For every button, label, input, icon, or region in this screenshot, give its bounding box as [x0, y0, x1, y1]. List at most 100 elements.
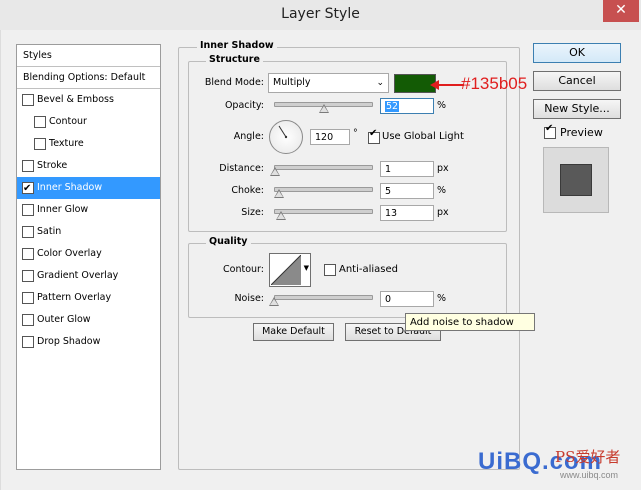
anti-aliased-label: Anti-aliased — [339, 264, 399, 275]
noise-label: Noise: — [234, 293, 264, 304]
style-list-item[interactable]: Outer Glow — [17, 309, 160, 331]
contour-picker[interactable]: ▼ — [269, 253, 311, 287]
blend-mode-select[interactable]: Multiply ⌄ — [268, 73, 389, 93]
style-list-label: Gradient Overlay — [37, 270, 119, 281]
style-list-item[interactable]: Drop Shadow — [17, 331, 160, 353]
use-global-light-label: Use Global Light — [382, 131, 464, 142]
style-list-label: Contour — [49, 116, 87, 127]
distance-unit: px — [437, 163, 449, 174]
quality-title: Quality — [206, 236, 251, 247]
watermark-cn: PS爱好者 — [555, 448, 621, 466]
window-title: Layer Style — [281, 6, 360, 22]
style-checkbox[interactable] — [22, 248, 34, 260]
style-list-item[interactable]: Inner Shadow — [17, 177, 160, 200]
style-list-label: Outer Glow — [37, 314, 91, 325]
style-list-item[interactable]: Contour — [17, 111, 160, 133]
style-list-item[interactable]: Gradient Overlay — [17, 265, 160, 287]
style-checkbox[interactable] — [22, 336, 34, 348]
distance-slider-thumb[interactable] — [269, 167, 280, 176]
style-list-label: Inner Glow — [37, 204, 89, 215]
style-checkbox[interactable] — [22, 292, 34, 304]
style-list-label: Stroke — [37, 160, 68, 171]
style-list-item[interactable]: Color Overlay — [17, 243, 160, 265]
style-list-label: Drop Shadow — [37, 336, 101, 347]
style-list-item[interactable]: Bevel & Emboss — [17, 89, 160, 111]
choke-unit: % — [437, 185, 447, 196]
style-checkbox[interactable] — [22, 270, 34, 282]
size-unit: px — [437, 207, 449, 218]
structure-title: Structure — [206, 54, 263, 65]
opacity-slider-thumb[interactable] — [319, 104, 330, 113]
size-slider-thumb[interactable] — [275, 211, 286, 220]
size-slider[interactable] — [274, 209, 373, 214]
style-checkbox[interactable] — [22, 314, 34, 326]
choke-input[interactable]: 5 — [380, 183, 434, 199]
blend-mode-label: Blend Mode: — [204, 77, 264, 88]
angle-dial[interactable] — [269, 120, 303, 154]
style-list-label: Styles — [23, 50, 52, 61]
size-label: Size: — [241, 207, 264, 218]
style-list-item[interactable]: Blending Options: Default — [17, 67, 160, 89]
style-list-item[interactable]: Inner Glow — [17, 199, 160, 221]
angle-unit: ° — [353, 128, 358, 139]
size-input[interactable]: 13 — [380, 205, 434, 221]
make-default-button[interactable]: Make Default — [253, 323, 334, 341]
noise-input[interactable]: 0 — [380, 291, 434, 307]
preview-label: Preview — [560, 126, 603, 139]
style-checkbox[interactable] — [22, 160, 34, 172]
watermark-url: www.uibq.com — [560, 470, 619, 480]
style-checkbox[interactable] — [34, 116, 46, 128]
opacity-label: Opacity: — [224, 100, 264, 111]
style-list-item[interactable]: Texture — [17, 133, 160, 155]
use-global-light-checkbox[interactable] — [368, 128, 380, 144]
style-list-label: Satin — [37, 226, 62, 237]
choke-label: Choke: — [231, 185, 264, 196]
style-list-label: Inner Shadow — [37, 182, 103, 193]
style-list-label: Texture — [49, 138, 84, 149]
style-list-item[interactable]: Satin — [17, 221, 160, 243]
style-list-label: Color Overlay — [37, 248, 102, 259]
choke-slider[interactable] — [274, 187, 373, 192]
contour-dropdown-icon: ▼ — [303, 264, 309, 272]
style-checkbox[interactable] — [22, 94, 34, 106]
new-style-button[interactable]: New Style... — [533, 99, 621, 119]
style-checkbox[interactable] — [22, 204, 34, 216]
distance-input[interactable]: 1 — [380, 161, 434, 177]
style-list-item[interactable]: Stroke — [17, 155, 160, 177]
style-list-item[interactable]: Pattern Overlay — [17, 287, 160, 309]
style-list-item[interactable]: Styles — [17, 45, 160, 67]
angle-label: Angle: — [233, 131, 264, 142]
contour-label: Contour: — [223, 264, 264, 275]
distance-label: Distance: — [219, 163, 264, 174]
style-checkbox[interactable] — [22, 226, 34, 238]
inner-shadow-title: Inner Shadow — [197, 40, 277, 51]
noise-tooltip: Add noise to shadow — [405, 313, 535, 331]
anti-aliased-checkbox[interactable] — [324, 264, 336, 276]
noise-slider-thumb[interactable] — [269, 297, 279, 306]
preview-checkbox[interactable] — [544, 123, 556, 139]
style-checkbox[interactable] — [22, 178, 34, 200]
style-list-label: Blending Options: Default — [23, 72, 146, 83]
style-list: Styles Blending Options: Default Bevel & E… — [16, 44, 161, 470]
angle-needle-icon — [278, 125, 288, 139]
opacity-unit: % — [437, 100, 447, 111]
style-list-label: Bevel & Emboss — [37, 94, 114, 105]
style-list-label: Pattern Overlay — [37, 292, 112, 303]
color-annotation: #135b05 — [461, 74, 528, 93]
cancel-button[interactable]: Cancel — [533, 71, 621, 91]
noise-unit: % — [437, 293, 447, 304]
quality-group — [188, 243, 507, 318]
opacity-input[interactable]: 52 — [380, 98, 434, 114]
preview-thumbnail — [543, 147, 609, 213]
angle-input[interactable]: 120 — [310, 129, 350, 145]
blend-mode-value: Multiply — [273, 77, 311, 88]
noise-slider[interactable] — [274, 295, 373, 300]
choke-slider-thumb[interactable] — [273, 189, 284, 198]
style-checkbox[interactable] — [34, 138, 46, 150]
distance-slider[interactable] — [274, 165, 373, 170]
linear-contour-icon — [271, 255, 301, 285]
ok-button[interactable]: OK — [533, 43, 621, 63]
chevron-down-icon: ⌄ — [376, 78, 384, 88]
close-button[interactable]: ✕ — [603, 0, 639, 22]
preview-square — [560, 164, 592, 196]
